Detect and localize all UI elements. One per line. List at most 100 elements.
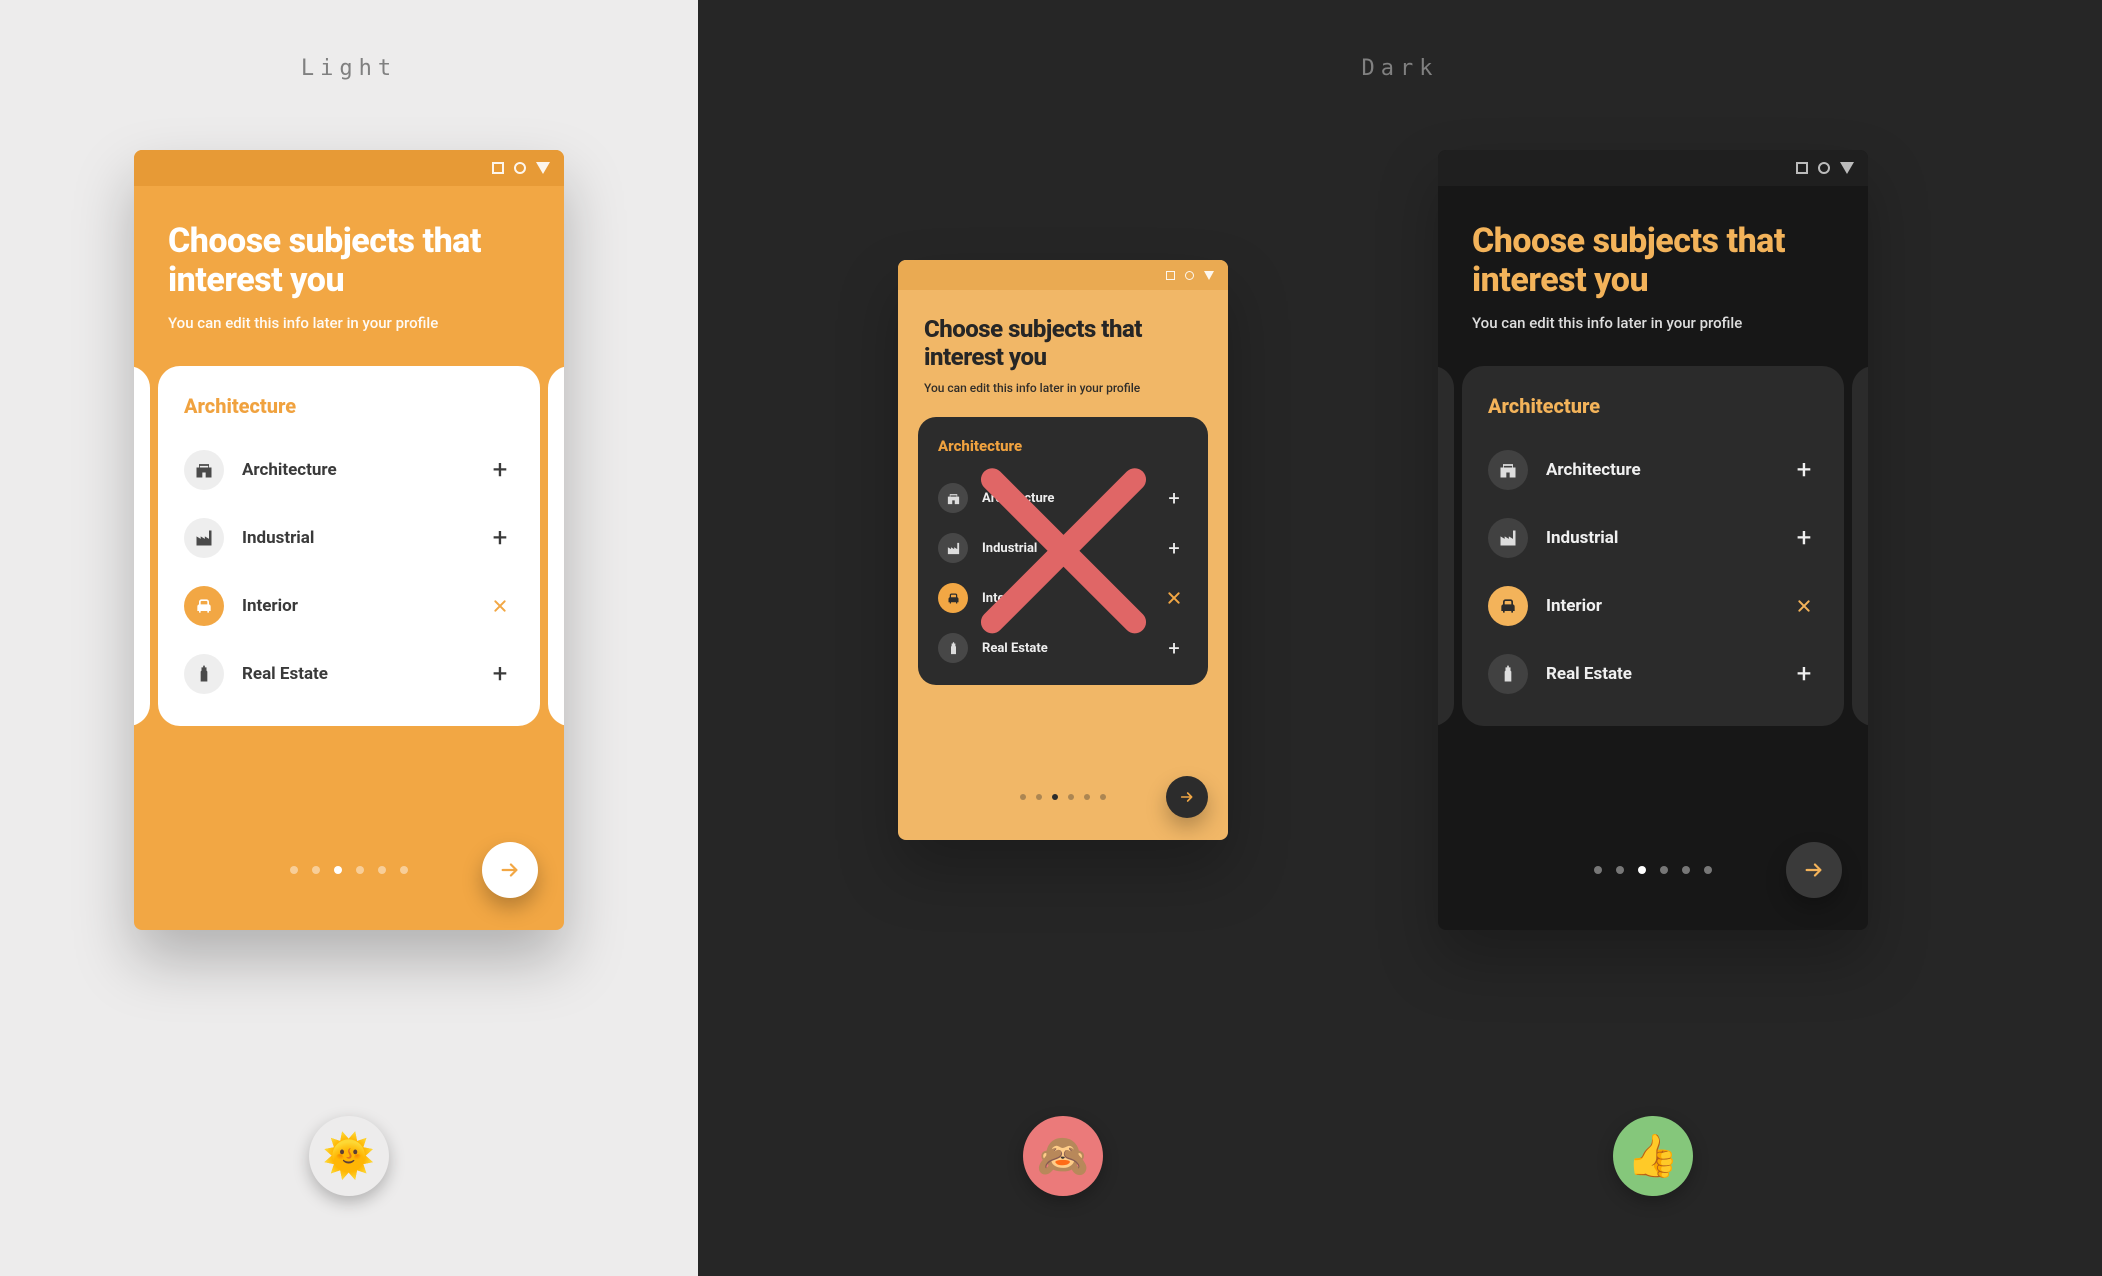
list-item-architecture[interactable]: Architecture + <box>184 436 514 504</box>
list-item-label: Architecture <box>1546 460 1772 480</box>
reaction-badge-bad: 🙈 <box>1023 1116 1103 1196</box>
pager-dot-active[interactable] <box>334 866 342 874</box>
pager-dot[interactable] <box>1100 794 1106 800</box>
list-item-label: Industrial <box>242 528 468 548</box>
list-item-interior[interactable]: Interior <box>1488 572 1818 640</box>
pager-dots[interactable] <box>1020 794 1106 800</box>
add-button[interactable]: + <box>1160 634 1188 662</box>
list-item-interior[interactable]: Interior <box>184 572 514 640</box>
square-icon <box>1166 271 1175 280</box>
list-item-industrial[interactable]: Industrial + <box>938 523 1188 573</box>
list-item-industrial[interactable]: Industrial + <box>184 504 514 572</box>
pager-dot[interactable] <box>1036 794 1042 800</box>
page-subtitle: You can edit this info later in your pro… <box>134 314 564 366</box>
reaction-badge-light: 🌞 <box>309 1116 389 1196</box>
pager-dot[interactable] <box>290 866 298 874</box>
card-peek-right[interactable] <box>548 366 564 726</box>
light-panel-label: Light <box>301 56 397 81</box>
window-titlebar <box>134 150 564 186</box>
page-title: Choose subjects that interest you <box>898 290 1228 381</box>
add-button[interactable]: + <box>486 524 514 552</box>
list-item-realestate[interactable]: Real Estate + <box>938 623 1188 673</box>
list-item-label: Industrial <box>982 541 1146 556</box>
add-button[interactable]: + <box>1160 484 1188 512</box>
thumbs-up-emoji: 👍 <box>1627 1132 1679 1181</box>
list-item-label: Industrial <box>1546 528 1772 548</box>
list-item-label: Interior <box>242 596 468 616</box>
next-button[interactable] <box>482 842 538 898</box>
circle-icon <box>514 162 526 174</box>
add-button[interactable]: + <box>486 660 514 688</box>
card-peek-right[interactable] <box>1852 366 1868 726</box>
remove-button[interactable] <box>486 592 514 620</box>
sun-emoji: 🌞 <box>323 1132 375 1181</box>
square-icon <box>1796 162 1808 174</box>
add-button[interactable]: + <box>1790 456 1818 484</box>
dark-panel: Dark Choose subjects that interest you Y… <box>698 0 2102 1276</box>
card-peek-left[interactable] <box>1438 366 1454 726</box>
page-subtitle: You can edit this info later in your pro… <box>898 381 1228 417</box>
list-item-industrial[interactable]: Industrial + <box>1488 504 1818 572</box>
pager-dots[interactable] <box>1594 866 1712 874</box>
list-item-label: Real Estate <box>1546 664 1772 684</box>
pager-dots[interactable] <box>290 866 408 874</box>
arch-icon <box>1488 450 1528 490</box>
pager-dot[interactable] <box>400 866 408 874</box>
pager-dot[interactable] <box>1682 866 1690 874</box>
see-no-evil-emoji: 🙈 <box>1037 1132 1089 1181</box>
subjects-card: Architecture Architecture + Industrial +… <box>158 366 540 726</box>
list-item-label: Interior <box>982 591 1146 606</box>
add-button[interactable]: + <box>1160 534 1188 562</box>
next-button[interactable] <box>1786 842 1842 898</box>
square-icon <box>492 162 504 174</box>
pager-dot[interactable] <box>1704 866 1712 874</box>
list-item-label: Architecture <box>982 491 1146 506</box>
add-button[interactable]: + <box>1790 524 1818 552</box>
tower-icon <box>1488 654 1528 694</box>
pager-dot[interactable] <box>378 866 386 874</box>
remove-button[interactable] <box>1160 584 1188 612</box>
pager-dot-active[interactable] <box>1052 794 1058 800</box>
pager-dot[interactable] <box>1660 866 1668 874</box>
list-item-realestate[interactable]: Real Estate + <box>184 640 514 708</box>
add-button[interactable]: + <box>486 456 514 484</box>
pager-dot[interactable] <box>1068 794 1074 800</box>
pager-dot[interactable] <box>1594 866 1602 874</box>
factory-icon <box>938 533 968 563</box>
window-titlebar <box>898 260 1228 290</box>
list-item-interior[interactable]: Interior <box>938 573 1188 623</box>
armchair-icon <box>938 583 968 613</box>
subjects-card: Architecture Architecture + Industrial +… <box>918 417 1208 685</box>
card-title: Architecture <box>184 394 514 418</box>
triangle-down-icon <box>536 162 550 174</box>
list-item-label: Real Estate <box>982 641 1146 656</box>
pager-dot[interactable] <box>1020 794 1026 800</box>
pager-dot[interactable] <box>1084 794 1090 800</box>
subjects-card: Architecture Architecture + Industrial +… <box>1462 366 1844 726</box>
armchair-icon <box>1488 586 1528 626</box>
list-item-architecture[interactable]: Architecture + <box>938 473 1188 523</box>
list-item-realestate[interactable]: Real Estate + <box>1488 640 1818 708</box>
armchair-icon <box>184 586 224 626</box>
card-title: Architecture <box>1488 394 1818 418</box>
card-title: Architecture <box>938 437 1188 455</box>
phone-light: Choose subjects that interest you You ca… <box>134 150 564 930</box>
pager-dot[interactable] <box>356 866 364 874</box>
pager-dot[interactable] <box>312 866 320 874</box>
remove-button[interactable] <box>1790 592 1818 620</box>
design-comparison-canvas: Light Choose subjects that interest you … <box>0 0 2102 1276</box>
pager-dot[interactable] <box>1616 866 1624 874</box>
arch-icon <box>184 450 224 490</box>
page-title: Choose subjects that interest you <box>134 186 564 314</box>
pager-dot-active[interactable] <box>1638 866 1646 874</box>
add-button[interactable]: + <box>1790 660 1818 688</box>
list-item-architecture[interactable]: Architecture + <box>1488 436 1818 504</box>
factory-icon <box>184 518 224 558</box>
circle-icon <box>1185 271 1194 280</box>
next-button[interactable] <box>1166 776 1208 818</box>
page-subtitle: You can edit this info later in your pro… <box>1438 314 1868 366</box>
list-item-label: Architecture <box>242 460 468 480</box>
triangle-down-icon <box>1204 271 1214 280</box>
card-peek-left[interactable] <box>134 366 150 726</box>
light-panel: Light Choose subjects that interest you … <box>0 0 698 1276</box>
